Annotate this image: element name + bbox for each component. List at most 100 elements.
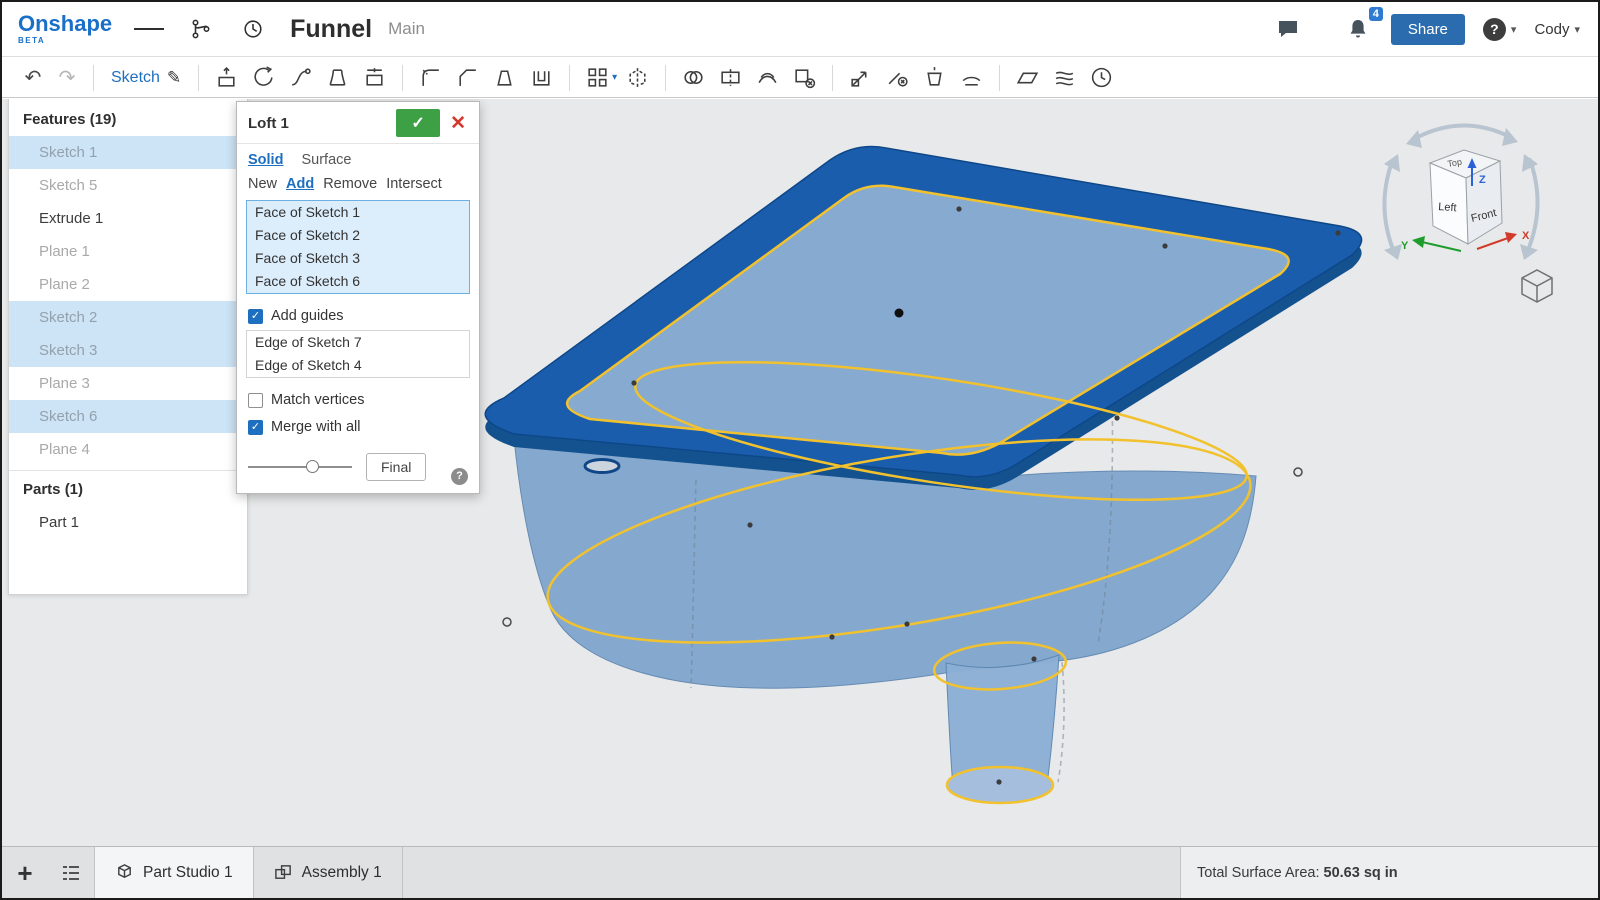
pencil-icon: ✎ — [167, 68, 181, 88]
feature-item-plane2[interactable]: Plane 2 — [9, 268, 247, 301]
feature-item-plane3[interactable]: Plane 3 — [9, 367, 247, 400]
axis-z-label: Z — [1479, 174, 1486, 186]
feature-item-plane1[interactable]: Plane 1 — [9, 235, 247, 268]
feature-item-sketch5[interactable]: Sketch 5 — [9, 169, 247, 202]
profile-item[interactable]: Face of Sketch 6 — [247, 270, 469, 293]
delete-part-button[interactable] — [786, 62, 823, 94]
helix-button[interactable] — [1083, 62, 1120, 94]
slider-track — [248, 466, 352, 468]
offset-surface-icon — [755, 65, 780, 90]
guide-item[interactable]: Edge of Sketch 4 — [247, 354, 469, 377]
tab-assembly[interactable]: Assembly 1 — [254, 847, 403, 898]
part-studio-icon — [115, 863, 134, 882]
thicken-icon — [362, 65, 387, 90]
final-button[interactable]: Final — [366, 453, 426, 481]
add-tab-button[interactable]: + — [2, 847, 48, 898]
merge-with-all-row: Merge with all — [237, 414, 479, 441]
op-new[interactable]: New — [248, 176, 277, 192]
preview-slider[interactable] — [248, 460, 352, 474]
slider-thumb[interactable] — [306, 460, 319, 473]
profiles-list: Face of Sketch 1 Face of Sketch 2 Face o… — [246, 200, 470, 294]
redo-button[interactable]: ↷ — [50, 62, 84, 94]
transform-button[interactable] — [842, 62, 879, 94]
feature-item-extrude1[interactable]: Extrude 1 — [9, 202, 247, 235]
divider — [402, 65, 403, 91]
offset-surface-button[interactable] — [749, 62, 786, 94]
cancel-button[interactable]: ✕ — [440, 112, 470, 135]
share-button[interactable]: Share — [1391, 14, 1465, 45]
guide-item[interactable]: Edge of Sketch 7 — [247, 331, 469, 354]
menu-icon[interactable] — [134, 14, 164, 44]
spout-bottom-face[interactable] — [947, 767, 1053, 803]
onshape-logo[interactable]: Onshape BETA — [18, 13, 112, 45]
tab-manager-button[interactable] — [48, 847, 94, 898]
top-header: Onshape BETA Funnel Main 4 Share — [2, 2, 1598, 57]
plus-icon: + — [17, 860, 32, 886]
feature-item-sketch1[interactable]: Sketch 1 — [9, 136, 247, 169]
pattern-dropdown-icon[interactable]: ▾ — [612, 72, 617, 83]
isometric-view-icon[interactable] — [1522, 270, 1552, 302]
chamfer-icon — [455, 65, 480, 90]
add-guides-checkbox[interactable] — [248, 309, 263, 324]
op-intersect[interactable]: Intersect — [386, 176, 442, 192]
view-cube[interactable]: Top Left Front Z Y X — [1384, 125, 1552, 302]
op-add[interactable]: Add — [286, 176, 314, 192]
comments-icon[interactable] — [1273, 14, 1303, 44]
preview-row: Final ? — [237, 441, 479, 481]
funnel-model[interactable] — [485, 147, 1361, 804]
loft-button[interactable] — [319, 62, 356, 94]
axis-x-label: X — [1522, 230, 1530, 242]
flange-hole[interactable] — [585, 460, 619, 473]
part-item-part1[interactable]: Part 1 — [9, 506, 247, 539]
linear-pattern-icon — [585, 65, 610, 90]
feature-item-sketch6[interactable]: Sketch 6 — [9, 400, 247, 433]
dialog-help-icon[interactable]: ? — [451, 468, 468, 485]
profile-item[interactable]: Face of Sketch 3 — [247, 247, 469, 270]
fillet-button[interactable] — [412, 62, 449, 94]
draft-button[interactable] — [486, 62, 523, 94]
divider — [569, 65, 570, 91]
thicken-button[interactable] — [356, 62, 393, 94]
move-face-button[interactable] — [916, 62, 953, 94]
history-icon[interactable] — [238, 14, 268, 44]
delete-face-icon — [885, 65, 910, 90]
versions-icon[interactable] — [186, 14, 216, 44]
tab-part-studio[interactable]: Part Studio 1 — [94, 847, 254, 898]
assembly-icon — [274, 863, 293, 882]
tab-surface[interactable]: Surface — [301, 152, 351, 168]
sketch-button[interactable]: Sketch ✎ — [103, 68, 189, 88]
revolve-icon — [251, 65, 276, 90]
mirror-button[interactable] — [619, 62, 656, 94]
help-menu[interactable]: ? ▾ — [1483, 18, 1517, 41]
linear-pattern-button[interactable] — [579, 62, 616, 94]
match-vertices-checkbox[interactable] — [248, 393, 263, 408]
sweep-button[interactable] — [282, 62, 319, 94]
notifications-icon[interactable]: 4 — [1343, 14, 1373, 44]
workspace-name[interactable]: Main — [388, 19, 425, 39]
feature-item-plane4[interactable]: Plane 4 — [9, 433, 247, 466]
tab-solid[interactable]: Solid — [248, 152, 283, 168]
profile-item[interactable]: Face of Sketch 2 — [247, 224, 469, 247]
status-bar: Total Surface Area: 50.63 sq in — [1180, 847, 1598, 898]
user-menu[interactable]: Cody ▾ — [1534, 21, 1580, 38]
extrude-button[interactable] — [208, 62, 245, 94]
chevron-down-icon: ▾ — [1511, 23, 1517, 36]
feature-item-sketch3[interactable]: Sketch 3 — [9, 334, 247, 367]
split-button[interactable] — [712, 62, 749, 94]
composite-curve-button[interactable] — [1046, 62, 1083, 94]
features-panel: Features (19) Sketch 1 Sketch 5 Extrude … — [8, 99, 248, 595]
shell-button[interactable] — [523, 62, 560, 94]
feature-item-sketch2[interactable]: Sketch 2 — [9, 301, 247, 334]
merge-with-all-checkbox[interactable] — [248, 420, 263, 435]
replace-face-button[interactable] — [953, 62, 990, 94]
chamfer-button[interactable] — [449, 62, 486, 94]
plane-button[interactable] — [1009, 62, 1046, 94]
revolve-button[interactable] — [245, 62, 282, 94]
delete-face-button[interactable] — [879, 62, 916, 94]
op-remove[interactable]: Remove — [323, 176, 377, 192]
document-title[interactable]: Funnel — [290, 15, 372, 44]
undo-button[interactable]: ↶ — [16, 62, 50, 94]
confirm-button[interactable]: ✓ — [396, 109, 440, 137]
profile-item[interactable]: Face of Sketch 1 — [247, 201, 469, 224]
boolean-button[interactable] — [675, 62, 712, 94]
